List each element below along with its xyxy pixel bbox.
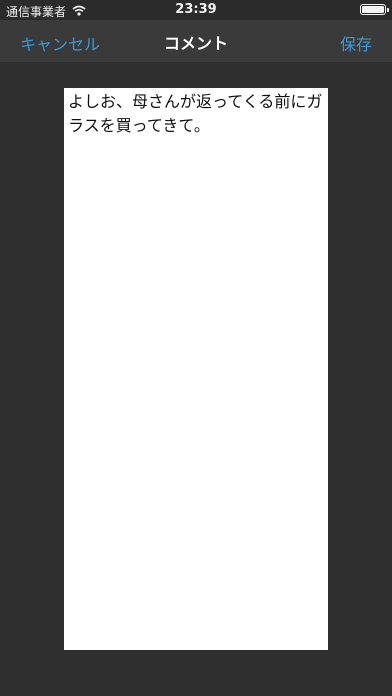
battery-fill	[362, 6, 384, 13]
page-title: コメント	[163, 34, 228, 53]
status-time: 23:39	[175, 2, 217, 17]
status-bar: 通信事業者 23:39	[0, 0, 392, 20]
navigation-bar: キャンセル コメント 保存	[0, 20, 392, 62]
comment-text-area[interactable]: よしお、母さんが返ってくる前にガラスを買ってきて。	[64, 88, 328, 650]
save-button[interactable]: 保存	[340, 31, 372, 55]
battery-icon	[360, 4, 389, 15]
